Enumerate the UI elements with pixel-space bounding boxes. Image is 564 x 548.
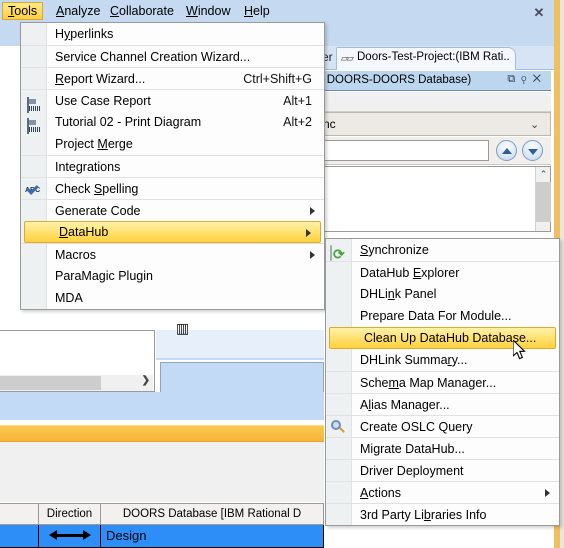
datahub-submenu[interactable]: Synchronize DataHub Explorer DHLink Pane… xyxy=(325,238,560,526)
menu-item-integrations[interactable]: Integrations xyxy=(21,155,324,177)
tree-results-panel[interactable]: ⌃ xyxy=(320,166,551,232)
chevron-down-icon[interactable]: ⌄ xyxy=(530,118,542,131)
menu-item-label: Generate Code xyxy=(55,204,141,218)
menubar-item-tools[interactable]: Tools xyxy=(2,2,44,20)
menu-item-macros[interactable]: Macros xyxy=(21,243,324,265)
menubar-item-analyze[interactable]: Analyze xyxy=(50,2,106,20)
menu-item-paramagic-plugin[interactable]: ParaMagic Plugin xyxy=(21,265,324,287)
submenu-item-actions[interactable]: Actions xyxy=(326,481,559,503)
lower-pane-horizontal-scrollbar[interactable]: ❯ xyxy=(0,375,153,391)
empty-gray-region xyxy=(0,442,324,502)
menu-item-label: Macros xyxy=(55,248,96,262)
submenu-item-driver-deployment[interactable]: Driver Deployment xyxy=(326,459,559,481)
table-cell-leading xyxy=(0,525,39,547)
menu-item-service-channel-creation-wizard[interactable]: Service Channel Creation Wizard... xyxy=(21,45,324,67)
tools-dropdown-menu[interactable]: Hyperlinks Service Channel Creation Wiza… xyxy=(20,22,325,310)
submenu-item-synchronize[interactable]: Synchronize xyxy=(326,239,559,261)
chevron-right-icon xyxy=(310,251,315,259)
table-cell-name: Design xyxy=(101,525,324,547)
search-input[interactable] xyxy=(320,140,489,161)
submenu-item-clean-up-datahub-database[interactable]: Clean Up DataHub Database... xyxy=(329,327,556,349)
sync-icon xyxy=(330,242,348,261)
shortcut-label: Alt+2 xyxy=(283,115,312,129)
table-header-cell-0[interactable] xyxy=(0,504,39,525)
menubar-item-collaborate[interactable]: Collaborate xyxy=(104,2,180,20)
scrollbar-thumb[interactable] xyxy=(0,376,101,390)
table-header-cell-doors-database[interactable]: DOORS Database [IBM Rational D xyxy=(101,504,324,525)
window-close-icon[interactable]: ✕ xyxy=(531,5,547,21)
scroll-right-icon[interactable]: ❯ xyxy=(142,375,150,386)
submenu-item-prepare-data-for-module[interactable]: Prepare Data For Module... xyxy=(326,305,559,327)
table-header-cell-direction[interactable]: Direction xyxy=(39,504,101,525)
submenu-item-datahub-explorer[interactable]: DataHub Explorer xyxy=(326,261,559,283)
tab-label: Doors-Test-Project:(IBM Rati.. xyxy=(357,51,510,63)
menubar-item-window[interactable]: Window xyxy=(180,2,236,20)
tools-menu-list: Hyperlinks Service Channel Creation Wiza… xyxy=(21,23,324,309)
datahub-submenu-list: Synchronize DataHub Explorer DHLink Pane… xyxy=(326,239,559,525)
search-icon xyxy=(330,419,348,436)
submenu-item-label: Prepare Data For Module... xyxy=(360,309,512,323)
tab-doors-test-project[interactable]: ▱▱ Doors-Test-Project:(IBM Rati.. xyxy=(336,47,516,70)
submenu-item-migrate-datahub[interactable]: Migrate DataHub... xyxy=(326,437,559,459)
submenu-item-label: Clean Up DataHub Database... xyxy=(364,331,537,345)
spellcheck-icon: ABC xyxy=(25,181,43,198)
submenu-item-alias-manager[interactable]: Alias Manager... xyxy=(326,393,559,415)
doc-icon xyxy=(25,93,43,113)
submenu-item-dhlink-summary[interactable]: DHLink Summary... xyxy=(326,349,559,371)
document-title-bar: l DOORS-DOORS Database) ⧉⚲✕ xyxy=(320,71,551,91)
shortcut-label: Alt+1 xyxy=(283,94,312,108)
submenu-item-schema-map-manager[interactable]: Schema Map Manager... xyxy=(326,371,559,393)
document-title: l DOORS-DOORS Database) xyxy=(321,74,472,86)
table-row[interactable]: Design xyxy=(0,525,324,548)
menu-item-label: MDA xyxy=(55,291,83,305)
toolbar-strip xyxy=(320,92,551,112)
menu-item-project-merge[interactable]: Project Merge xyxy=(21,133,324,155)
delete-icon[interactable]: ▥ xyxy=(176,320,189,337)
scroll-up-icon[interactable]: ⌃ xyxy=(536,167,551,182)
submenu-item-dhlink-panel[interactable]: DHLink Panel xyxy=(326,283,559,305)
menu-item-check-spelling[interactable]: ABC Check Spelling xyxy=(21,177,324,199)
nav-next-button[interactable] xyxy=(522,140,543,161)
app-root: ✕ er ▱▱ Doors-Test-Project:(IBM Rati.. l… xyxy=(0,0,564,548)
menu-item-datahub[interactable]: DataHub xyxy=(24,221,321,243)
submenu-item-label: Create OSLC Query xyxy=(360,420,473,434)
menu-item-hyperlinks[interactable]: Hyperlinks xyxy=(21,23,324,45)
doc-icon xyxy=(25,114,43,134)
project-icon: ▱▱ xyxy=(341,53,354,63)
table-header: Direction DOORS Database [IBM Rational D xyxy=(0,503,324,525)
menu-item-label: Service Channel Creation Wizard... xyxy=(55,50,251,64)
menu-item-report-wizard[interactable]: Report Wizard... Ctrl+Shift+G xyxy=(21,67,324,89)
scrollbar-thumb[interactable] xyxy=(536,182,551,222)
menu-item-label: Use Case Report xyxy=(55,94,151,108)
menu-item-generate-code[interactable]: Generate Code xyxy=(21,199,324,221)
menu-item-use-case-report[interactable]: Use Case Report Alt+1 xyxy=(21,89,324,113)
submenu-item-3rd-party-libraries-info[interactable]: 3rd Party Libraries Info xyxy=(326,503,559,525)
filter-combobox[interactable]: nc ⌄ xyxy=(320,112,551,136)
tree-vertical-scrollbar[interactable]: ⌃ xyxy=(535,167,551,231)
menubar-item-help[interactable]: Help xyxy=(238,2,276,20)
nav-previous-button[interactable] xyxy=(496,140,517,161)
shortcut-label: Ctrl+Shift+G xyxy=(243,72,312,86)
menu-item-label: Integrations xyxy=(55,160,121,174)
menu-item-tutorial-02-print-diagram[interactable]: Tutorial 02 - Print Diagram Alt+2 xyxy=(21,111,324,134)
highlighted-row-bar[interactable] xyxy=(0,425,324,442)
chevron-right-icon xyxy=(310,207,315,215)
search-row xyxy=(320,137,551,165)
bidirectional-arrow-icon xyxy=(48,530,91,540)
lower-left-pane[interactable]: ❯ xyxy=(0,330,155,392)
submenu-item-label: Driver Deployment xyxy=(360,464,464,478)
table-cell-direction xyxy=(39,525,101,547)
menu-bar: Tools Analyze Collaborate Window Help xyxy=(0,0,330,22)
menu-item-label: ParaMagic Plugin xyxy=(55,269,153,283)
submenu-item-create-oslc-query[interactable]: Create OSLC Query xyxy=(326,415,559,437)
lower-blue-strip xyxy=(0,392,324,420)
document-window-buttons[interactable]: ⧉⚲✕ xyxy=(507,73,547,86)
chevron-right-icon xyxy=(306,229,311,237)
menu-item-mda[interactable]: MDA xyxy=(21,287,324,309)
submenu-item-label: Migrate DataHub... xyxy=(360,442,465,456)
chevron-right-icon xyxy=(545,489,550,497)
menu-item-label: Tutorial 02 - Print Diagram xyxy=(55,115,202,129)
